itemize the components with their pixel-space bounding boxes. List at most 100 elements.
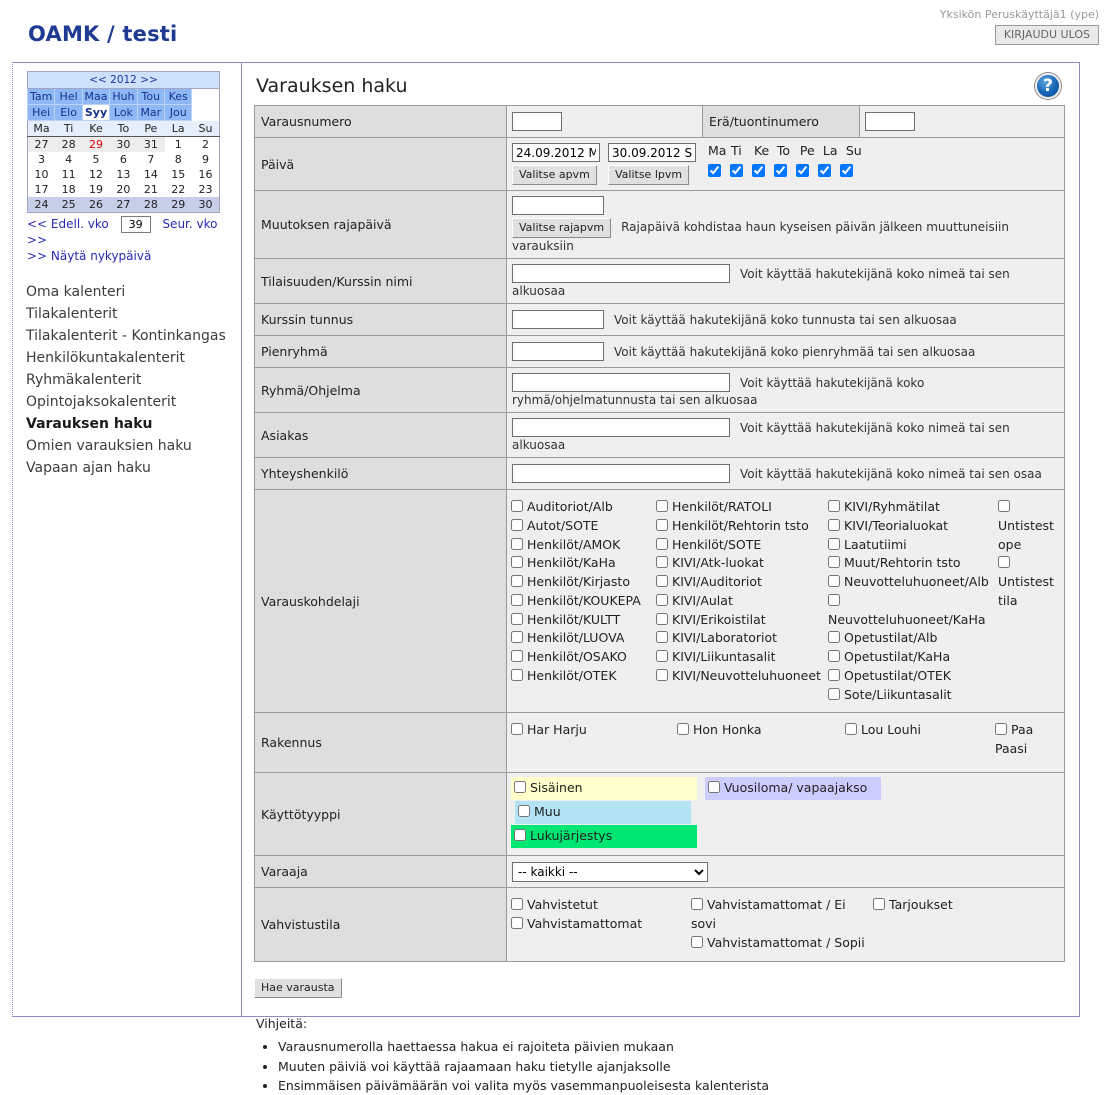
- kayttotyyppi-item-lukujarjestys[interactable]: Lukujärjestys: [511, 825, 697, 849]
- calendar-day[interactable]: 30: [191, 197, 220, 213]
- vahvistustila-label[interactable]: Vahvistamattomat: [527, 916, 642, 931]
- vahvistustila-checkbox[interactable]: [691, 898, 703, 911]
- varauskohdelaji-checkbox[interactable]: [656, 575, 668, 587]
- vahvistustila-label[interactable]: Vahvistamattomat / Sopii: [707, 935, 865, 950]
- varauskohdelaji-checkbox[interactable]: [828, 537, 840, 550]
- varaaja-select[interactable]: -- kaikki --: [512, 861, 708, 882]
- yhteyshenkilo-input[interactable]: [512, 464, 730, 483]
- varauskohdelaji-checkbox[interactable]: [656, 650, 668, 662]
- varauskohdelaji-checkbox[interactable]: [511, 668, 523, 681]
- varauskohdelaji-label[interactable]: KIVI/Liikuntasalit: [672, 649, 776, 664]
- calendar-day[interactable]: 22: [164, 182, 192, 197]
- varauskohdelaji-label[interactable]: Henkilöt/KOUKEPA: [527, 593, 641, 608]
- kayttotyyppi-checkbox-vuosiloma[interactable]: [707, 781, 720, 794]
- calendar-month-lok[interactable]: Lok: [109, 104, 138, 121]
- varauskohdelaji-label[interactable]: Auditoriot/Alb: [527, 499, 613, 514]
- varauskohdelaji-checkbox[interactable]: [828, 518, 840, 531]
- calendar-day[interactable]: 28: [137, 197, 165, 213]
- rakennus-checkbox[interactable]: [845, 723, 857, 736]
- calendar-day[interactable]: 16: [191, 167, 220, 182]
- varauskohdelaji-label[interactable]: KIVI/Laboratoriot: [672, 630, 777, 645]
- calendar-day[interactable]: 21: [137, 182, 165, 197]
- varauskohdelaji-checkbox[interactable]: [511, 556, 523, 569]
- kayttotyyppi-item-muu[interactable]: Muu: [515, 801, 691, 825]
- vahvistustila-label[interactable]: Vahvistamattomat / Ei sovi: [691, 897, 846, 931]
- vahvistustila-label[interactable]: Vahvistetut: [527, 897, 598, 912]
- choose-rajapvm-button[interactable]: Valitse rajapvm: [512, 218, 612, 238]
- start-date-input[interactable]: [512, 143, 600, 162]
- varauskohdelaji-checkbox[interactable]: [656, 593, 668, 606]
- varauskohdelaji-label[interactable]: Henkilöt/KaHa: [527, 555, 616, 570]
- varauskohdelaji-label[interactable]: Untistest ope: [998, 518, 1054, 552]
- calendar-day[interactable]: 13: [109, 167, 138, 182]
- varauskohdelaji-label[interactable]: Neuvotteluhuoneet/KaHa: [828, 612, 986, 627]
- kayttotyyppi-item-sisainen[interactable]: Sisäinen: [511, 777, 697, 801]
- varauskohdelaji-label[interactable]: Laatutiimi: [844, 537, 907, 552]
- varauskohdelaji-label[interactable]: KIVI/Ryhmätilat: [844, 499, 940, 514]
- varauskohdelaji-label[interactable]: Muut/Rehtorin tsto: [844, 555, 961, 570]
- varauskohdelaji-checkbox[interactable]: [828, 668, 840, 681]
- varauskohdelaji-label[interactable]: Opetustilat/KaHa: [844, 649, 950, 664]
- varauskohdelaji-checkbox[interactable]: [656, 500, 668, 512]
- end-date-input[interactable]: [607, 143, 696, 162]
- varauskohdelaji-label[interactable]: KIVI/Neuvotteluhuoneet: [672, 668, 821, 683]
- varauskohdelaji-checkbox[interactable]: [828, 556, 840, 569]
- varauskohdelaji-label[interactable]: KIVI/Auditoriot: [672, 574, 762, 589]
- varauskohdelaji-checkbox[interactable]: [511, 500, 523, 512]
- kayttotyyppi-checkbox-muu[interactable]: [518, 805, 530, 818]
- logout-button[interactable]: KIRJAUDU ULOS: [994, 25, 1099, 45]
- calendar-day[interactable]: 27: [109, 197, 138, 213]
- sidebar-item-opintojaksokalenterit[interactable]: Opintojaksokalenterit: [26, 391, 241, 413]
- varauskohdelaji-checkbox[interactable]: [998, 556, 1010, 569]
- varausnumero-input[interactable]: [512, 112, 562, 131]
- kayttotyyppi-label-vuosiloma[interactable]: Vuosiloma/ vapaajakso: [724, 780, 867, 795]
- calendar-day[interactable]: 3: [27, 152, 55, 167]
- varauskohdelaji-checkbox[interactable]: [656, 631, 668, 644]
- calendar-day[interactable]: 25: [54, 197, 83, 213]
- calendar-day[interactable]: 8: [164, 152, 192, 167]
- weekday-checkbox-la[interactable]: [817, 164, 831, 177]
- calendar-day[interactable]: 15: [164, 167, 192, 182]
- rakennus-checkbox[interactable]: [511, 723, 523, 736]
- varauskohdelaji-label[interactable]: KIVI/Teorialuokat: [844, 518, 948, 533]
- varauskohdelaji-label[interactable]: Henkilöt/OTEK: [527, 668, 617, 683]
- ryhma-input[interactable]: [512, 373, 730, 392]
- calendar-day[interactable]: 4: [54, 152, 83, 167]
- varauskohdelaji-checkbox[interactable]: [828, 593, 840, 606]
- vahvistustila-checkbox[interactable]: [511, 898, 523, 911]
- choose-start-date-button[interactable]: Valitse apvm: [512, 165, 597, 185]
- search-submit-button[interactable]: Hae varausta: [254, 978, 342, 999]
- varauskohdelaji-checkbox[interactable]: [511, 650, 523, 662]
- calendar-month-syy[interactable]: Syy: [81, 104, 111, 121]
- week-number-input[interactable]: [120, 216, 151, 233]
- kayttotyyppi-label-muu[interactable]: Muu: [534, 804, 561, 819]
- calendar-day[interactable]: 29: [164, 197, 192, 213]
- rakennus-label[interactable]: Har Harju: [527, 722, 587, 737]
- sidebar-item-tilakalenterit[interactable]: Tilakalenterit: [26, 303, 241, 325]
- sidebar-item-omien-varauksien-haku[interactable]: Omien varauksien haku: [26, 435, 241, 457]
- kurssintunnus-input[interactable]: [512, 310, 604, 329]
- calendar-day[interactable]: 24: [27, 197, 55, 213]
- vahvistustila-label[interactable]: Tarjoukset: [889, 897, 953, 912]
- varauskohdelaji-checkbox[interactable]: [511, 612, 523, 625]
- rakennus-label[interactable]: Lou Louhi: [861, 722, 921, 737]
- varauskohdelaji-label[interactable]: Sote/Liikuntasalit: [844, 687, 952, 702]
- varauskohdelaji-label[interactable]: Untistest tila: [998, 574, 1054, 608]
- varauskohdelaji-checkbox[interactable]: [656, 612, 668, 625]
- calendar-month-maa[interactable]: Maa: [81, 88, 111, 105]
- show-today-link[interactable]: >> Näytä nykypäivä: [27, 249, 151, 263]
- rakennus-checkbox[interactable]: [995, 723, 1007, 736]
- kayttotyyppi-item-vuosiloma[interactable]: Vuosiloma/ vapaajakso: [704, 777, 881, 801]
- calendar-day[interactable]: 28: [54, 136, 83, 152]
- calendar-day[interactable]: 11: [54, 167, 83, 182]
- calendar-day[interactable]: 27: [27, 136, 55, 152]
- calendar-day[interactable]: 5: [82, 152, 110, 167]
- calendar-day[interactable]: 19: [82, 182, 110, 197]
- calendar-month-hel[interactable]: Hel: [54, 88, 83, 105]
- sidebar-item-ryhmakalenterit[interactable]: Ryhmäkalenterit: [26, 369, 241, 391]
- calendar-day-today[interactable]: 29: [82, 136, 110, 152]
- varauskohdelaji-checkbox[interactable]: [828, 575, 840, 587]
- eratuontinumero-input[interactable]: [865, 112, 915, 131]
- prev-week-link[interactable]: << Edell. vko: [27, 217, 109, 231]
- calendar-day[interactable]: 26: [82, 197, 110, 213]
